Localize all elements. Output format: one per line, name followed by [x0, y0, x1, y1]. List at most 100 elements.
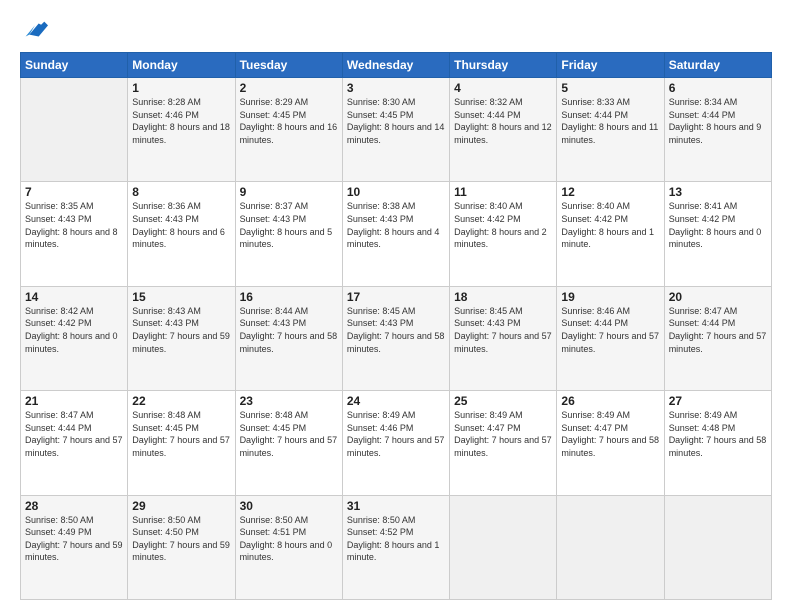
cell-content: Sunrise: 8:45 AMSunset: 4:43 PMDaylight:… [347, 305, 445, 355]
day-number: 10 [347, 185, 445, 199]
calendar-header-saturday: Saturday [664, 53, 771, 78]
day-number: 8 [132, 185, 230, 199]
cell-content: Sunrise: 8:45 AMSunset: 4:43 PMDaylight:… [454, 305, 552, 355]
cell-content: Sunrise: 8:47 AMSunset: 4:44 PMDaylight:… [669, 305, 767, 355]
calendar-header-thursday: Thursday [450, 53, 557, 78]
calendar-cell: 6Sunrise: 8:34 AMSunset: 4:44 PMDaylight… [664, 78, 771, 182]
calendar-cell: 5Sunrise: 8:33 AMSunset: 4:44 PMDaylight… [557, 78, 664, 182]
calendar-cell: 28Sunrise: 8:50 AMSunset: 4:49 PMDayligh… [21, 495, 128, 599]
day-number: 30 [240, 499, 338, 513]
cell-content: Sunrise: 8:50 AMSunset: 4:52 PMDaylight:… [347, 514, 445, 564]
day-number: 17 [347, 290, 445, 304]
logo-bird-icon [20, 16, 48, 44]
cell-content: Sunrise: 8:32 AMSunset: 4:44 PMDaylight:… [454, 96, 552, 146]
cell-content: Sunrise: 8:28 AMSunset: 4:46 PMDaylight:… [132, 96, 230, 146]
calendar-week-row: 14Sunrise: 8:42 AMSunset: 4:42 PMDayligh… [21, 286, 772, 390]
logo [20, 16, 52, 44]
cell-content: Sunrise: 8:34 AMSunset: 4:44 PMDaylight:… [669, 96, 767, 146]
cell-content: Sunrise: 8:47 AMSunset: 4:44 PMDaylight:… [25, 409, 123, 459]
cell-content: Sunrise: 8:48 AMSunset: 4:45 PMDaylight:… [240, 409, 338, 459]
header [20, 16, 772, 44]
calendar-cell [21, 78, 128, 182]
calendar-cell: 1Sunrise: 8:28 AMSunset: 4:46 PMDaylight… [128, 78, 235, 182]
cell-content: Sunrise: 8:46 AMSunset: 4:44 PMDaylight:… [561, 305, 659, 355]
calendar-cell: 19Sunrise: 8:46 AMSunset: 4:44 PMDayligh… [557, 286, 664, 390]
calendar-cell: 13Sunrise: 8:41 AMSunset: 4:42 PMDayligh… [664, 182, 771, 286]
calendar-cell: 2Sunrise: 8:29 AMSunset: 4:45 PMDaylight… [235, 78, 342, 182]
cell-content: Sunrise: 8:40 AMSunset: 4:42 PMDaylight:… [454, 200, 552, 250]
calendar-cell: 11Sunrise: 8:40 AMSunset: 4:42 PMDayligh… [450, 182, 557, 286]
calendar-cell: 14Sunrise: 8:42 AMSunset: 4:42 PMDayligh… [21, 286, 128, 390]
day-number: 31 [347, 499, 445, 513]
calendar-cell: 23Sunrise: 8:48 AMSunset: 4:45 PMDayligh… [235, 391, 342, 495]
day-number: 6 [669, 81, 767, 95]
calendar-week-row: 28Sunrise: 8:50 AMSunset: 4:49 PMDayligh… [21, 495, 772, 599]
calendar-header-wednesday: Wednesday [342, 53, 449, 78]
calendar-cell: 10Sunrise: 8:38 AMSunset: 4:43 PMDayligh… [342, 182, 449, 286]
cell-content: Sunrise: 8:38 AMSunset: 4:43 PMDaylight:… [347, 200, 445, 250]
cell-content: Sunrise: 8:37 AMSunset: 4:43 PMDaylight:… [240, 200, 338, 250]
calendar-cell: 4Sunrise: 8:32 AMSunset: 4:44 PMDaylight… [450, 78, 557, 182]
cell-content: Sunrise: 8:50 AMSunset: 4:49 PMDaylight:… [25, 514, 123, 564]
cell-content: Sunrise: 8:49 AMSunset: 4:47 PMDaylight:… [454, 409, 552, 459]
calendar-cell: 9Sunrise: 8:37 AMSunset: 4:43 PMDaylight… [235, 182, 342, 286]
cell-content: Sunrise: 8:49 AMSunset: 4:47 PMDaylight:… [561, 409, 659, 459]
day-number: 22 [132, 394, 230, 408]
cell-content: Sunrise: 8:50 AMSunset: 4:51 PMDaylight:… [240, 514, 338, 564]
cell-content: Sunrise: 8:40 AMSunset: 4:42 PMDaylight:… [561, 200, 659, 250]
cell-content: Sunrise: 8:35 AMSunset: 4:43 PMDaylight:… [25, 200, 123, 250]
calendar-table: SundayMondayTuesdayWednesdayThursdayFrid… [20, 52, 772, 600]
calendar-cell [557, 495, 664, 599]
cell-content: Sunrise: 8:44 AMSunset: 4:43 PMDaylight:… [240, 305, 338, 355]
calendar-cell: 16Sunrise: 8:44 AMSunset: 4:43 PMDayligh… [235, 286, 342, 390]
cell-content: Sunrise: 8:48 AMSunset: 4:45 PMDaylight:… [132, 409, 230, 459]
cell-content: Sunrise: 8:30 AMSunset: 4:45 PMDaylight:… [347, 96, 445, 146]
cell-content: Sunrise: 8:33 AMSunset: 4:44 PMDaylight:… [561, 96, 659, 146]
calendar-cell [450, 495, 557, 599]
calendar-cell: 21Sunrise: 8:47 AMSunset: 4:44 PMDayligh… [21, 391, 128, 495]
cell-content: Sunrise: 8:49 AMSunset: 4:46 PMDaylight:… [347, 409, 445, 459]
day-number: 15 [132, 290, 230, 304]
day-number: 7 [25, 185, 123, 199]
day-number: 4 [454, 81, 552, 95]
calendar-cell: 26Sunrise: 8:49 AMSunset: 4:47 PMDayligh… [557, 391, 664, 495]
day-number: 21 [25, 394, 123, 408]
day-number: 19 [561, 290, 659, 304]
day-number: 29 [132, 499, 230, 513]
calendar-cell: 25Sunrise: 8:49 AMSunset: 4:47 PMDayligh… [450, 391, 557, 495]
day-number: 26 [561, 394, 659, 408]
cell-content: Sunrise: 8:50 AMSunset: 4:50 PMDaylight:… [132, 514, 230, 564]
day-number: 9 [240, 185, 338, 199]
calendar-header-monday: Monday [128, 53, 235, 78]
day-number: 20 [669, 290, 767, 304]
calendar-cell: 17Sunrise: 8:45 AMSunset: 4:43 PMDayligh… [342, 286, 449, 390]
calendar-cell: 27Sunrise: 8:49 AMSunset: 4:48 PMDayligh… [664, 391, 771, 495]
day-number: 5 [561, 81, 659, 95]
calendar-cell: 22Sunrise: 8:48 AMSunset: 4:45 PMDayligh… [128, 391, 235, 495]
calendar-week-row: 7Sunrise: 8:35 AMSunset: 4:43 PMDaylight… [21, 182, 772, 286]
calendar-cell: 31Sunrise: 8:50 AMSunset: 4:52 PMDayligh… [342, 495, 449, 599]
calendar-header-row: SundayMondayTuesdayWednesdayThursdayFrid… [21, 53, 772, 78]
calendar-cell: 18Sunrise: 8:45 AMSunset: 4:43 PMDayligh… [450, 286, 557, 390]
day-number: 24 [347, 394, 445, 408]
calendar-cell: 12Sunrise: 8:40 AMSunset: 4:42 PMDayligh… [557, 182, 664, 286]
day-number: 11 [454, 185, 552, 199]
cell-content: Sunrise: 8:43 AMSunset: 4:43 PMDaylight:… [132, 305, 230, 355]
calendar-cell: 3Sunrise: 8:30 AMSunset: 4:45 PMDaylight… [342, 78, 449, 182]
cell-content: Sunrise: 8:29 AMSunset: 4:45 PMDaylight:… [240, 96, 338, 146]
calendar-cell [664, 495, 771, 599]
calendar-week-row: 21Sunrise: 8:47 AMSunset: 4:44 PMDayligh… [21, 391, 772, 495]
cell-content: Sunrise: 8:41 AMSunset: 4:42 PMDaylight:… [669, 200, 767, 250]
day-number: 13 [669, 185, 767, 199]
calendar-week-row: 1Sunrise: 8:28 AMSunset: 4:46 PMDaylight… [21, 78, 772, 182]
page: SundayMondayTuesdayWednesdayThursdayFrid… [0, 0, 792, 612]
calendar-header-friday: Friday [557, 53, 664, 78]
calendar-cell: 29Sunrise: 8:50 AMSunset: 4:50 PMDayligh… [128, 495, 235, 599]
day-number: 12 [561, 185, 659, 199]
calendar-cell: 8Sunrise: 8:36 AMSunset: 4:43 PMDaylight… [128, 182, 235, 286]
day-number: 16 [240, 290, 338, 304]
calendar-cell: 30Sunrise: 8:50 AMSunset: 4:51 PMDayligh… [235, 495, 342, 599]
day-number: 25 [454, 394, 552, 408]
cell-content: Sunrise: 8:49 AMSunset: 4:48 PMDaylight:… [669, 409, 767, 459]
cell-content: Sunrise: 8:42 AMSunset: 4:42 PMDaylight:… [25, 305, 123, 355]
